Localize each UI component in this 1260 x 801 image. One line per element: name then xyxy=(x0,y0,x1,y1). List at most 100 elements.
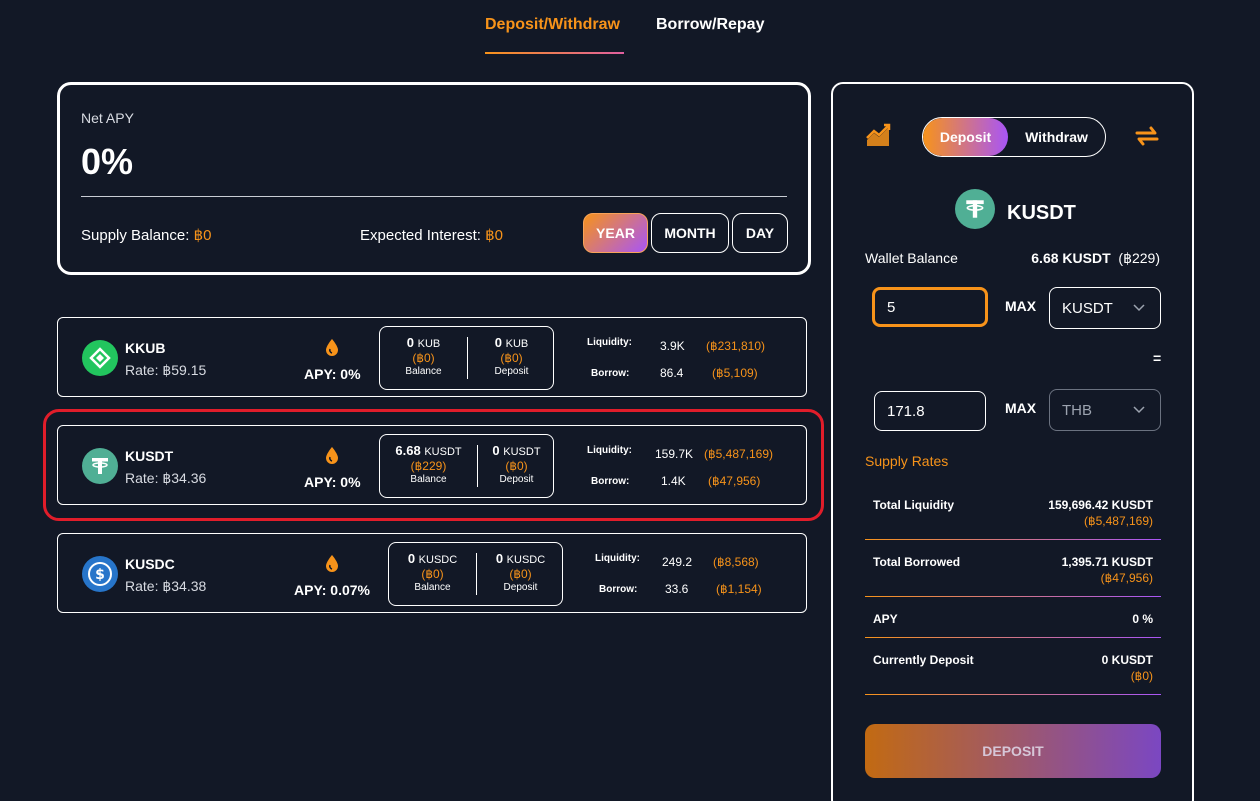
usdc-icon: $ xyxy=(82,556,118,592)
balance-col: 0 KUSDC (฿0) Balance xyxy=(389,543,476,605)
asset-name: KKUB xyxy=(125,340,166,356)
tab-borrow-repay[interactable]: Borrow/Repay xyxy=(656,16,764,34)
stat-label: APY xyxy=(873,612,898,626)
deposit-withdraw-toggle: Deposit Withdraw xyxy=(922,117,1106,157)
balance-value: 0 xyxy=(407,551,416,566)
supply-balance: Supply Balance: ฿0 xyxy=(81,226,211,244)
expected-interest-label: Expected Interest: xyxy=(360,227,486,244)
swap-icon[interactable] xyxy=(1133,122,1161,150)
liquidity-thb: (฿8,568) xyxy=(713,555,759,569)
chevron-down-icon xyxy=(1133,304,1145,312)
asset-name: KUSDT xyxy=(125,448,174,464)
borrow-value: 86.4 xyxy=(660,366,684,380)
liquidity-value: 249.2 xyxy=(662,555,693,569)
liquidity-label: Liquidity: xyxy=(587,337,632,348)
liquidity-label: Liquidity: xyxy=(587,445,632,456)
balance-unit: KUB xyxy=(417,338,441,350)
liquidity-thb: (฿5,487,169) xyxy=(704,447,774,461)
tether-icon xyxy=(955,189,995,229)
max-button-thb[interactable]: MAX xyxy=(1005,400,1036,416)
balance-unit: KUSDC xyxy=(418,554,458,566)
stat-total-borrowed: Total Borrowed 1,395.71 KUSDT (฿47,956) xyxy=(865,540,1161,597)
tab-deposit-withdraw[interactable]: Deposit/Withdraw xyxy=(485,16,620,34)
deposit-caption: Deposit xyxy=(503,582,538,593)
wallet-balance-thb: (฿229) xyxy=(1118,250,1160,266)
toggle-deposit[interactable]: Deposit xyxy=(923,118,1008,156)
borrow-label: Borrow: xyxy=(599,584,638,595)
kkub-icon xyxy=(82,340,118,376)
thb-amount-input[interactable] xyxy=(874,391,986,431)
max-button[interactable]: MAX xyxy=(1005,298,1036,314)
deposit-value: 0 xyxy=(495,551,504,566)
deposit-unit: KUSDC xyxy=(506,554,546,566)
apy-drop-icon xyxy=(326,447,338,464)
asset-row-kusdc[interactable]: $ KUSDC Rate: ฿34.38 APY: 0.07% 0 KUSDC … xyxy=(57,533,807,613)
deposit-value: 0 xyxy=(494,335,502,350)
toggle-withdraw[interactable]: Withdraw xyxy=(1008,118,1105,156)
deposit-caption: Deposit xyxy=(494,366,529,377)
stat-label: Total Borrowed xyxy=(873,555,961,569)
wallet-balance: 6.68 KUSDT (฿229) xyxy=(1031,250,1160,267)
period-year-button[interactable]: YEAR xyxy=(583,213,648,253)
stat-value: 159,696.42 KUSDT xyxy=(1048,498,1153,512)
liquidity-thb: (฿231,810) xyxy=(706,339,766,353)
borrow-thb: (฿47,956) xyxy=(708,474,761,488)
period-day-button[interactable]: DAY xyxy=(732,213,788,253)
deposit-thb: (฿0) xyxy=(509,567,532,581)
wallet-balance-value: 6.68 KUSDT xyxy=(1031,250,1111,266)
currency-select[interactable]: THB xyxy=(1049,389,1161,431)
net-apy-value: 0% xyxy=(81,141,134,182)
active-tab-underline xyxy=(485,52,624,54)
balance-value: 0 xyxy=(406,335,414,350)
asset-row-kusdt[interactable]: KUSDT Rate: ฿34.36 APY: 0% 6.68 KUSDT (฿… xyxy=(57,425,807,505)
borrow-thb: (฿5,109) xyxy=(712,366,758,380)
borrow-value: 1.4K xyxy=(661,474,686,488)
balance-caption: Balance xyxy=(414,582,451,593)
balance-thb: (฿0) xyxy=(421,567,444,581)
period-month-button[interactable]: MONTH xyxy=(651,213,729,253)
stat-thb: (฿0) xyxy=(1130,669,1153,683)
deposit-thb: (฿0) xyxy=(500,351,523,365)
borrow-value: 33.6 xyxy=(665,582,689,596)
supply-rates-heading: Supply Rates xyxy=(865,453,949,469)
deposit-col: 0 KUSDC (฿0) Deposit xyxy=(477,543,564,605)
apy-drop-icon xyxy=(326,555,338,572)
expected-interest-value: ฿0 xyxy=(485,227,503,244)
deposit-col: 0 KUSDT (฿0) Deposit xyxy=(478,435,555,497)
stat-thb: (฿5,487,169) xyxy=(1083,514,1153,528)
currency-select-value: THB xyxy=(1062,401,1092,419)
deposit-button[interactable]: DEPOSIT xyxy=(865,724,1161,778)
balance-unit: KUSDT xyxy=(424,446,462,458)
token-select[interactable]: KUSDT xyxy=(1049,287,1161,329)
liquidity-value: 3.9K xyxy=(660,339,685,353)
stat-apy: APY 0 % xyxy=(865,597,1161,638)
asset-rate: Rate: ฿34.38 xyxy=(125,578,207,594)
divider xyxy=(81,196,787,197)
balance-thb: (฿229) xyxy=(410,459,447,473)
asset-apy: APY: 0% xyxy=(304,474,361,490)
asset-row-kkub[interactable]: KKUB Rate: ฿59.15 APY: 0% 0 KUB (฿0) Bal… xyxy=(57,317,807,397)
asset-apy: APY: 0% xyxy=(304,366,361,382)
balance-col: 0 KUB (฿0) Balance xyxy=(380,327,467,389)
tether-icon xyxy=(82,448,118,484)
balance-deposit-box: 0 KUB (฿0) Balance 0 KUB (฿0) Deposit xyxy=(379,326,554,390)
balance-caption: Balance xyxy=(410,474,447,485)
asset-rate: Rate: ฿59.15 xyxy=(125,362,207,378)
borrow-thb: (฿1,154) xyxy=(716,582,762,596)
expected-interest: Expected Interest: ฿0 xyxy=(360,226,503,244)
stat-total-liquidity: Total Liquidity 159,696.42 KUSDT (฿5,487… xyxy=(865,482,1161,540)
balance-deposit-box: 0 KUSDC (฿0) Balance 0 KUSDC (฿0) Deposi… xyxy=(388,542,563,606)
chart-icon[interactable] xyxy=(865,122,893,148)
stat-label: Total Liquidity xyxy=(873,498,955,512)
stat-thb: (฿47,956) xyxy=(1100,571,1153,585)
token-name: KUSDT xyxy=(1007,202,1076,224)
balance-deposit-box: 6.68 KUSDT (฿229) Balance 0 KUSDT (฿0) D… xyxy=(379,434,554,498)
net-apy-label: Net APY xyxy=(81,110,134,126)
deposit-unit: KUB xyxy=(505,338,529,350)
svg-text:$: $ xyxy=(95,567,105,583)
amount-input[interactable] xyxy=(872,287,988,327)
supply-balance-value: ฿0 xyxy=(193,227,212,244)
deposit-thb: (฿0) xyxy=(505,459,528,473)
wallet-balance-label: Wallet Balance xyxy=(865,250,958,266)
liquidity-label: Liquidity: xyxy=(595,553,640,564)
